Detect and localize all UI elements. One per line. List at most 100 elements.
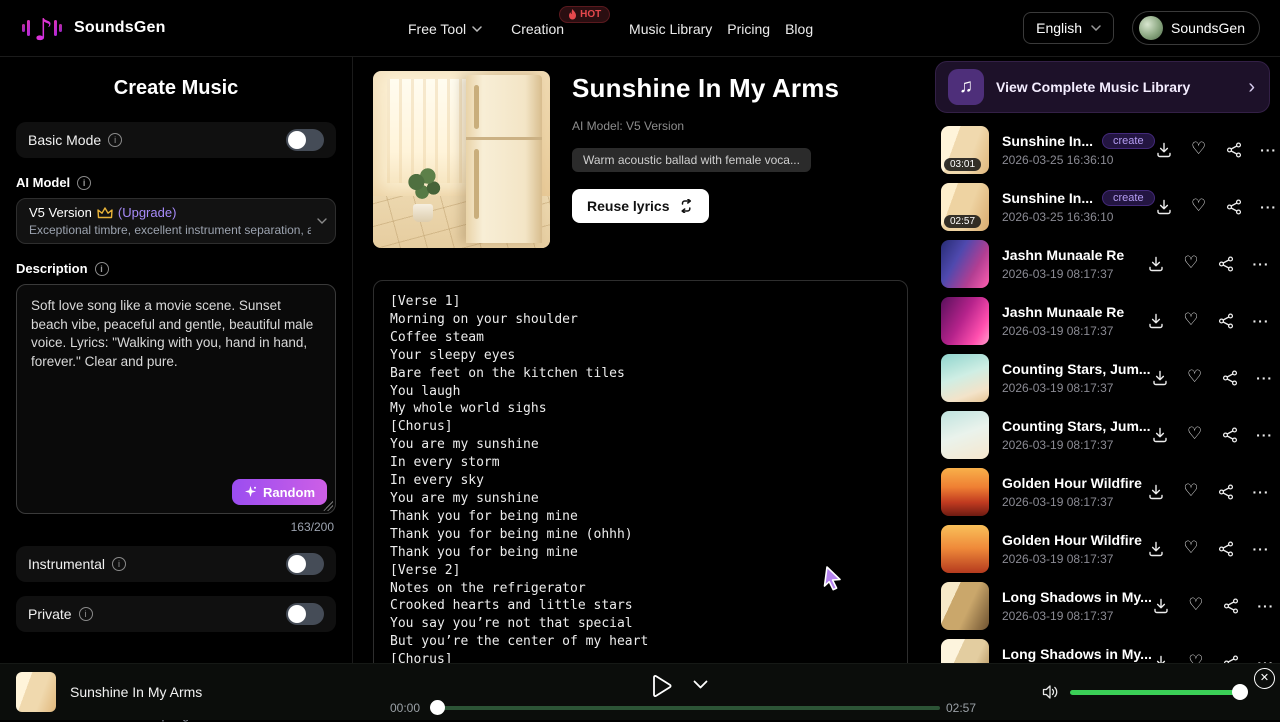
download-button[interactable] [1147,540,1165,558]
download-button[interactable] [1147,312,1165,330]
seek-bar[interactable] [437,706,940,710]
more-button[interactable]: ··· [1252,483,1270,501]
track-row[interactable]: Golden Hour Wildfire 2026-03-19 08:17:37… [935,463,1280,520]
main-nav: Free Tool Creation HOT Music Library Pri… [408,0,813,57]
track-row[interactable]: Counting Stars, Jum... 2026-03-19 08:17:… [935,406,1280,463]
instrumental-toggle[interactable] [286,553,324,575]
collapse-player-button[interactable] [693,680,708,689]
track-thumbnail[interactable] [941,468,989,516]
random-button[interactable]: Random [232,479,327,505]
volume-icon[interactable] [1042,684,1059,700]
app-logo[interactable]: ♪ SoundsGen [20,10,166,46]
track-thumbnail[interactable] [941,297,989,345]
download-button[interactable] [1151,369,1169,387]
nav-pricing[interactable]: Pricing [727,21,770,37]
language-selector[interactable]: English [1023,12,1114,44]
close-player-button[interactable]: ✕ [1254,668,1275,689]
like-button[interactable]: ♡ [1182,312,1200,330]
share-button[interactable] [1217,483,1235,501]
track-date: 2026-03-19 08:17:37 [1002,495,1147,509]
like-button[interactable]: ♡ [1182,255,1200,273]
treble-clef-logo-icon: ♪ [20,10,64,46]
share-button[interactable] [1217,540,1235,558]
like-button[interactable]: ♡ [1182,540,1200,558]
view-library-banner[interactable]: ♫ View Complete Music Library › [935,61,1270,113]
reuse-lyrics-button[interactable]: Reuse lyrics [572,189,709,223]
track-list: 03:01 Sunshine In... create 2026-03-25 1… [935,121,1280,691]
more-button[interactable]: ··· [1252,312,1270,330]
private-row: Private i [16,596,336,632]
track-row[interactable]: 02:57 Sunshine In... create 2026-03-25 1… [935,178,1280,235]
more-button[interactable]: ··· [1256,369,1274,387]
upgrade-link[interactable]: (Upgrade) [118,205,177,220]
more-button[interactable]: ··· [1260,141,1278,159]
track-title: Golden Hour Wildfire [1002,532,1142,548]
nav-music-library[interactable]: Music Library [629,21,712,37]
volume-slider[interactable] [1070,690,1240,695]
style-tag[interactable]: Warm acoustic ballad with female voca... [572,148,811,172]
download-button[interactable] [1155,198,1173,216]
more-button[interactable]: ··· [1252,255,1270,273]
nav-free-tool[interactable]: Free Tool [408,21,482,37]
basic-mode-label: Basic Mode i [28,132,122,148]
volume-knob[interactable] [1232,684,1248,700]
create-music-panel: Create Music Basic Mode i AI Model i V5 … [0,57,353,720]
play-button[interactable] [650,674,672,698]
nav-creation[interactable]: Creation HOT [511,21,564,37]
music-note-icon: ♫ [948,69,984,105]
download-button[interactable] [1155,141,1173,159]
like-button[interactable]: ♡ [1186,426,1204,444]
like-button[interactable]: ♡ [1190,141,1208,159]
resize-handle[interactable] [323,501,333,511]
download-button[interactable] [1152,597,1170,615]
user-account-button[interactable]: SoundsGen [1132,11,1260,45]
share-button[interactable] [1217,312,1235,330]
track-thumbnail[interactable] [941,525,989,573]
share-button[interactable] [1225,141,1243,159]
nav-blog[interactable]: Blog [785,21,813,37]
track-meta: Golden Hour Wildfire 2026-03-19 08:17:37 [1002,532,1147,566]
download-button[interactable] [1147,483,1165,501]
share-button[interactable] [1221,369,1239,387]
share-button[interactable] [1221,426,1239,444]
player-thumbnail[interactable] [16,672,56,712]
basic-mode-toggle[interactable] [286,129,324,151]
track-row[interactable]: Counting Stars, Jum... 2026-03-19 08:17:… [935,349,1280,406]
ai-model-select[interactable]: V5 Version (Upgrade) Exceptional timbre,… [16,198,336,244]
track-row[interactable]: Golden Hour Wildfire 2026-03-19 08:17:37… [935,520,1280,577]
info-icon: i [79,607,93,621]
download-button[interactable] [1147,255,1165,273]
like-button[interactable]: ♡ [1187,597,1205,615]
track-row[interactable]: Jashn Munaale Re 2026-03-19 08:17:37 ♡ [935,292,1280,349]
more-button[interactable]: ··· [1257,597,1275,615]
lyrics-panel[interactable]: [Verse 1] Morning on your shoulder Coffe… [373,280,908,680]
hot-badge: HOT [559,6,610,23]
like-button[interactable]: ♡ [1186,369,1204,387]
more-button[interactable]: ··· [1252,540,1270,558]
track-meta: Sunshine In... create 2026-03-25 16:36:1… [1002,133,1155,167]
track-thumbnail[interactable] [941,582,989,630]
track-title: Sunshine In... [1002,133,1093,149]
track-thumbnail[interactable] [941,240,989,288]
like-button[interactable]: ♡ [1182,483,1200,501]
download-button[interactable] [1151,426,1169,444]
track-thumbnail[interactable]: 03:01 [941,126,989,174]
share-button[interactable] [1225,198,1243,216]
private-toggle[interactable] [286,603,324,625]
like-button[interactable]: ♡ [1190,198,1208,216]
track-row[interactable]: Jashn Munaale Re 2026-03-19 08:17:37 ♡ [935,235,1280,292]
track-title: Long Shadows in My... [1002,589,1152,605]
track-thumbnail[interactable] [941,354,989,402]
track-row[interactable]: 03:01 Sunshine In... create 2026-03-25 1… [935,121,1280,178]
player-bar: Sunshine In My Arms 00:00 02:57 ✕ [0,663,1280,720]
more-button[interactable]: ··· [1260,198,1278,216]
more-button[interactable]: ··· [1256,426,1274,444]
random-label: Random [263,485,315,500]
share-button[interactable] [1217,255,1235,273]
track-date: 2026-03-19 08:17:37 [1002,552,1147,566]
track-thumbnail[interactable]: 02:57 [941,183,989,231]
seek-knob[interactable] [430,700,445,715]
track-thumbnail[interactable] [941,411,989,459]
share-button[interactable] [1222,597,1240,615]
track-row[interactable]: Long Shadows in My... 2026-03-19 08:17:3… [935,577,1280,634]
